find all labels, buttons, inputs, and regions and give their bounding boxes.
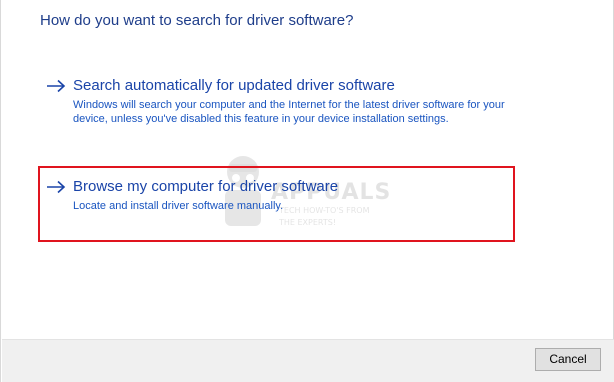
option-description: Windows will search your computer and th… xyxy=(73,99,505,125)
dialog-heading: How do you want to search for driver sof… xyxy=(40,12,354,29)
browse-my-computer-option[interactable]: Browse my computer for driver software L… xyxy=(46,178,516,218)
option-title: Search automatically for updated driver … xyxy=(73,77,395,94)
option-description: Locate and install driver software manua… xyxy=(73,200,284,212)
arrow-right-icon xyxy=(47,180,66,194)
arrow-right-icon xyxy=(47,79,66,93)
search-automatically-option[interactable]: Search automatically for updated driver … xyxy=(46,77,516,143)
option-title: Browse my computer for driver software xyxy=(73,178,339,195)
cancel-button[interactable]: Cancel xyxy=(535,348,601,371)
update-driver-dialog: How do you want to search for driver sof… xyxy=(0,0,614,382)
dialog-footer xyxy=(2,339,614,382)
